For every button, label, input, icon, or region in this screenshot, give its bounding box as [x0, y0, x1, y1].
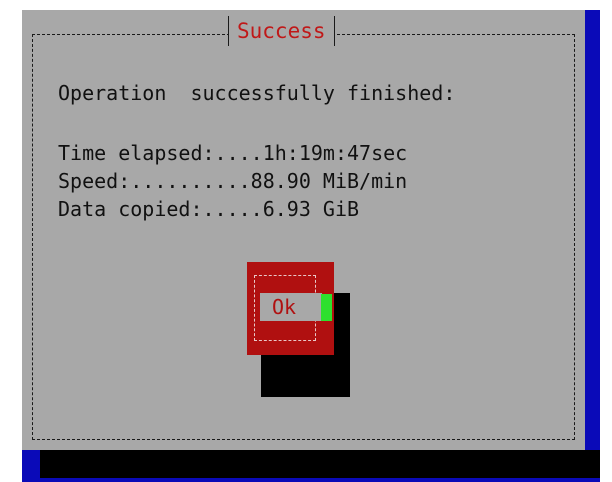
terminal-screen: Success Operation successfully finished:…	[0, 0, 612, 482]
time-elapsed-line: Time elapsed:....1h:19m:47sec	[58, 141, 408, 165]
status-message: Operation successfully finished:	[58, 81, 456, 105]
success-dialog: Success Operation successfully finished:…	[22, 10, 585, 450]
text-cursor	[321, 294, 332, 321]
speed-line: Speed:..........88.90 MiB/min	[58, 169, 408, 193]
ok-button-label[interactable]: Ok	[272, 293, 296, 321]
data-copied-line: Data copied:.....6.93 GiB	[58, 197, 360, 221]
dialog-title: Success	[228, 16, 335, 46]
dialog-shadow	[40, 450, 600, 478]
